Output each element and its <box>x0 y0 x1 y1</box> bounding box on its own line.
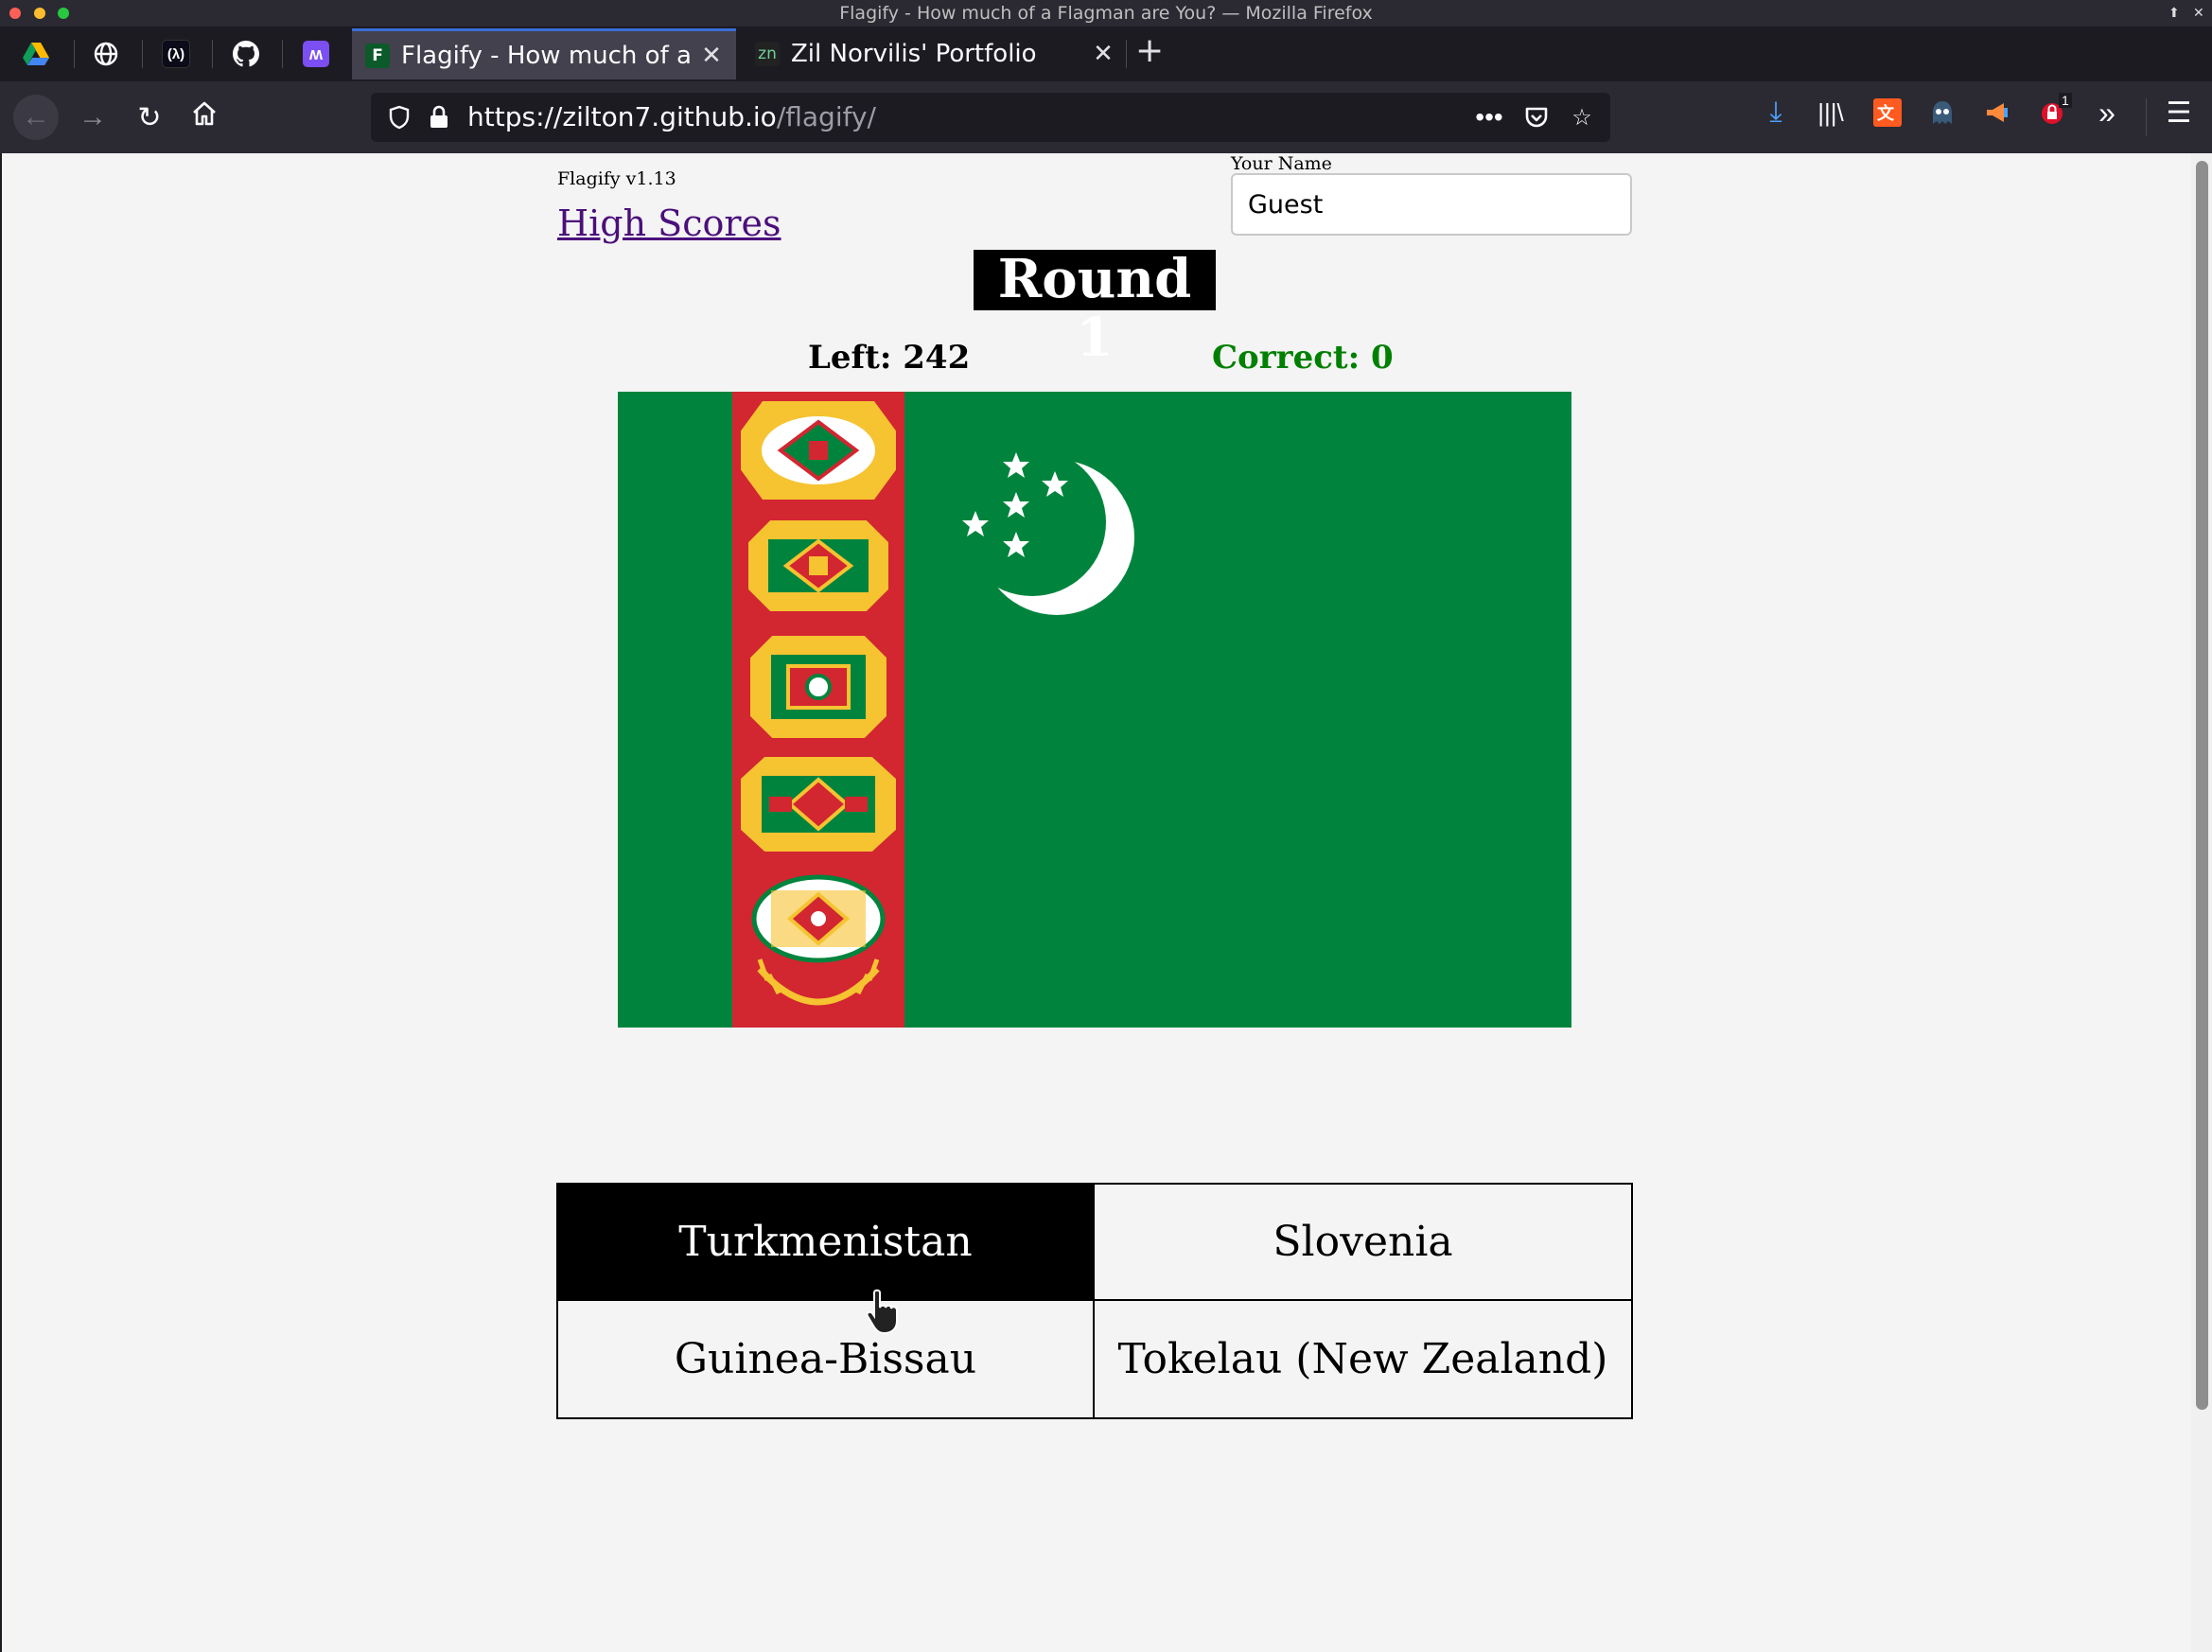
tab-portfolio[interactable]: zn Zil Norvilis' Portfolio ✕ <box>742 28 1128 79</box>
answer-grid: Turkmenistan Slovenia Guinea-Bissau Toke… <box>556 1183 1633 1419</box>
high-scores-link[interactable]: High Scores <box>557 202 781 244</box>
forward-button[interactable]: → <box>70 95 115 140</box>
reload-icon: ↻ <box>137 101 162 133</box>
tab-bar: (λ) ʍ F Flagify - How much of a Flagman … <box>0 26 2212 81</box>
answer-button-3[interactable]: Guinea-Bissau <box>558 1301 1095 1417</box>
overflow-menu-icon[interactable]: » <box>2091 96 2123 130</box>
window-close-icon[interactable]: ✕ <box>2193 0 2204 26</box>
pinned-tab-google-drive[interactable] <box>9 34 62 74</box>
reload-button[interactable]: ↻ <box>127 95 172 140</box>
pinned-tab-globe[interactable] <box>79 34 132 74</box>
extension-badge: 1 <box>2059 93 2072 108</box>
home-icon <box>191 100 218 134</box>
tab-label: Zil Norvilis' Portfolio <box>791 40 1037 68</box>
translate-extension-icon[interactable]: 文 <box>1871 97 1904 129</box>
vertical-scrollbar[interactable] <box>2191 153 2212 1652</box>
name-input[interactable] <box>1231 173 1632 236</box>
navigation-toolbar: ← → ↻ https://zilton7.github.io/flagify/… <box>0 81 2212 153</box>
answer-button-1[interactable]: Turkmenistan <box>558 1185 1095 1301</box>
google-drive-icon <box>23 41 49 67</box>
close-tab-icon[interactable]: ✕ <box>1088 40 1118 68</box>
answer-button-4[interactable]: Tokelau (New Zealand) <box>1095 1301 1631 1417</box>
new-tab-button[interactable]: + <box>1135 32 1164 70</box>
globe-icon <box>93 41 119 67</box>
hamburger-menu-icon[interactable]: ☰ <box>2163 97 2195 129</box>
lock-icon[interactable] <box>424 102 454 132</box>
round-title: Round 1 <box>974 250 1216 367</box>
name-label: Your Name <box>1231 153 1332 174</box>
correct-count: Correct: 0 <box>1212 339 1394 377</box>
pinned-tab-lambda[interactable]: (λ) <box>149 34 202 74</box>
window-titlebar: Flagify - How much of a Flagman are You?… <box>0 0 2212 26</box>
downloads-icon[interactable]: ⤓ <box>1760 97 1792 129</box>
pointer-cursor-icon <box>866 1289 898 1335</box>
window-restore-icon[interactable]: ⬆ <box>2168 0 2180 26</box>
remaining-count: Left: 242 <box>808 339 971 377</box>
tab-flagify[interactable]: F Flagify - How much of a Flagman are Yo… <box>352 28 736 79</box>
lambda-icon: (λ) <box>162 40 190 68</box>
m-app-icon: ʍ <box>303 41 329 67</box>
carpet-guls <box>741 401 896 1006</box>
scrollbar-thumb[interactable] <box>2196 161 2208 1410</box>
page-actions-icon[interactable]: ••• <box>1474 102 1504 132</box>
github-icon <box>233 41 259 67</box>
arrow-left-icon: ← <box>22 101 50 132</box>
answer-button-2[interactable]: Slovenia <box>1095 1185 1631 1301</box>
page-viewport: Flagify v1.13 High Scores Your Name Roun… <box>0 153 2212 1652</box>
url-text[interactable]: https://zilton7.github.io/flagify/ <box>467 93 876 142</box>
bookmark-star-icon[interactable]: ☆ <box>1567 102 1597 132</box>
arrow-right-icon: → <box>79 101 107 132</box>
back-button[interactable]: ← <box>13 95 59 140</box>
svg-text:文: 文 <box>1877 103 1895 124</box>
library-icon[interactable]: |||\ <box>1815 97 1847 129</box>
megaphone-extension-icon[interactable] <box>1981 97 2013 129</box>
home-button[interactable] <box>182 95 227 140</box>
pinned-tab-m-app[interactable]: ʍ <box>290 34 342 74</box>
shield-icon[interactable] <box>384 102 414 132</box>
flag-image <box>618 392 1571 1028</box>
portfolio-favicon-icon: zn <box>755 42 780 66</box>
tab-label: Flagify - How much of a Flagman are You? <box>401 41 696 70</box>
close-tab-icon[interactable]: ✕ <box>696 42 727 70</box>
pocket-icon[interactable] <box>1521 102 1552 132</box>
version-label: Flagify v1.13 <box>557 168 676 189</box>
pinned-tab-github[interactable] <box>219 34 272 74</box>
ghost-extension-icon[interactable] <box>1926 97 1958 129</box>
address-bar[interactable]: https://zilton7.github.io/flagify/ ••• ☆ <box>371 93 1610 142</box>
window-title: Flagify - How much of a Flagman are You?… <box>839 3 1373 24</box>
flagify-favicon-icon: F <box>365 43 390 68</box>
